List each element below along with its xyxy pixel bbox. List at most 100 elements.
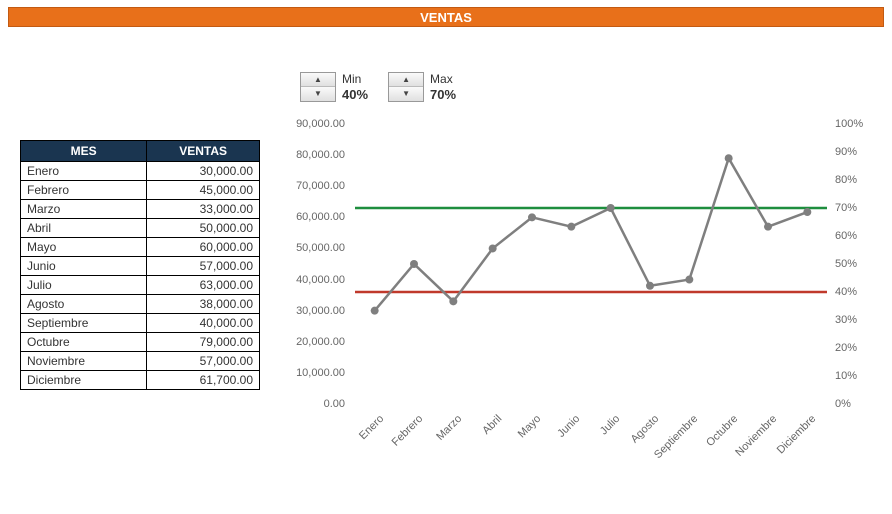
cell-month: Noviembre (21, 352, 147, 371)
max-value: 70% (430, 87, 456, 102)
sales-table: MES VENTAS Enero30,000.00Febrero45,000.0… (20, 140, 260, 390)
y-right-tick: 10% (835, 370, 875, 382)
cell-sales: 38,000.00 (147, 295, 260, 314)
cell-sales: 60,000.00 (147, 238, 260, 257)
x-tick-label: Octubre (704, 413, 740, 449)
y-right-tick: 40% (835, 286, 875, 298)
y-left-tick: 40,000.00 (285, 274, 345, 286)
table-row: Enero30,000.00 (21, 162, 260, 181)
x-tick-label: Diciembre (775, 413, 818, 456)
min-value: 40% (342, 87, 368, 102)
x-tick-label: Noviembre (733, 413, 779, 459)
y-right-tick: 30% (835, 314, 875, 326)
y-left-tick: 20,000.00 (285, 336, 345, 348)
y-left-tick: 0.00 (285, 398, 345, 410)
table-row: Julio63,000.00 (21, 276, 260, 295)
cell-sales: 61,700.00 (147, 371, 260, 390)
cell-month: Octubre (21, 333, 147, 352)
table-row: Junio57,000.00 (21, 257, 260, 276)
max-spinner-down-button[interactable]: ▼ (389, 87, 423, 101)
cell-month: Mayo (21, 238, 147, 257)
y-right-tick: 80% (835, 174, 875, 186)
max-spinner-up-button[interactable]: ▲ (389, 73, 423, 87)
cell-sales: 33,000.00 (147, 200, 260, 219)
data-point (646, 282, 654, 290)
data-point (607, 204, 615, 212)
table-row: Mayo60,000.00 (21, 238, 260, 257)
y-right-tick: 90% (835, 146, 875, 158)
min-spinner-down-button[interactable]: ▼ (301, 87, 335, 101)
y-right-tick: 70% (835, 202, 875, 214)
y-left-tick: 90,000.00 (285, 118, 345, 130)
x-tick-label: Agosto (629, 413, 662, 446)
x-tick-label: Julio (597, 413, 621, 437)
page-header-banner: VENTAS (8, 7, 884, 27)
th-sales: VENTAS (147, 141, 260, 162)
y-left-tick: 70,000.00 (285, 180, 345, 192)
data-point (489, 244, 497, 252)
min-spinner-up-button[interactable]: ▲ (301, 73, 335, 87)
y-right-tick: 20% (835, 342, 875, 354)
y-left-tick: 30,000.00 (285, 305, 345, 317)
cell-sales: 57,000.00 (147, 257, 260, 276)
cell-sales: 40,000.00 (147, 314, 260, 333)
y-right-tick: 100% (835, 118, 875, 130)
th-month: MES (21, 141, 147, 162)
table-row: Marzo33,000.00 (21, 200, 260, 219)
data-point (685, 276, 693, 284)
cell-month: Abril (21, 219, 147, 238)
sales-chart: 0.00 10,000.00 20,000.00 30,000.00 40,000.00… (285, 118, 875, 508)
data-point (528, 213, 536, 221)
y-left-tick: 60,000.00 (285, 211, 345, 223)
max-spinner-group: ▲ ▼ Max 70% (388, 72, 456, 102)
cell-month: Febrero (21, 181, 147, 200)
table-row: Octubre79,000.00 (21, 333, 260, 352)
x-tick-label: Abril (480, 413, 504, 437)
min-spinner-group: ▲ ▼ Min 40% (300, 72, 368, 102)
cell-month: Junio (21, 257, 147, 276)
table-row: Agosto38,000.00 (21, 295, 260, 314)
cell-sales: 50,000.00 (147, 219, 260, 238)
y-left-tick: 50,000.00 (285, 242, 345, 254)
x-axis-labels: EneroFebreroMarzoAbrilMayoJunioJulioAgos… (355, 410, 827, 490)
data-point (764, 223, 772, 231)
table-row: Septiembre40,000.00 (21, 314, 260, 333)
x-tick-label: Mayo (516, 413, 544, 441)
threshold-controls: ▲ ▼ Min 40% ▲ ▼ Max 70% (300, 72, 456, 102)
cell-sales: 45,000.00 (147, 181, 260, 200)
table-row: Diciembre61,700.00 (21, 371, 260, 390)
x-tick-label: Enero (357, 413, 386, 442)
sales-line (375, 158, 808, 310)
data-point (449, 297, 457, 305)
table-row: Abril50,000.00 (21, 219, 260, 238)
y-left-tick: 80,000.00 (285, 149, 345, 161)
x-tick-label: Junio (556, 413, 583, 440)
cell-sales: 30,000.00 (147, 162, 260, 181)
data-point (371, 307, 379, 315)
x-tick-label: Febrero (390, 413, 426, 449)
plot-area (355, 124, 827, 404)
table-row: Noviembre57,000.00 (21, 352, 260, 371)
cell-month: Enero (21, 162, 147, 181)
banner-title: VENTAS (420, 10, 472, 25)
data-point (567, 223, 575, 231)
cell-month: Julio (21, 276, 147, 295)
data-point (725, 154, 733, 162)
max-spinner[interactable]: ▲ ▼ (388, 72, 424, 102)
y-left-tick: 10,000.00 (285, 367, 345, 379)
cell-month: Diciembre (21, 371, 147, 390)
min-label: Min (342, 72, 368, 87)
cell-month: Marzo (21, 200, 147, 219)
y-right-tick: 60% (835, 230, 875, 242)
cell-sales: 57,000.00 (147, 352, 260, 371)
data-point (410, 260, 418, 268)
table-row: Febrero45,000.00 (21, 181, 260, 200)
cell-month: Agosto (21, 295, 147, 314)
cell-sales: 63,000.00 (147, 276, 260, 295)
min-spinner[interactable]: ▲ ▼ (300, 72, 336, 102)
data-point (803, 208, 811, 216)
y-right-tick: 0% (835, 398, 875, 410)
y-right-tick: 50% (835, 258, 875, 270)
max-label: Max (430, 72, 456, 87)
cell-month: Septiembre (21, 314, 147, 333)
